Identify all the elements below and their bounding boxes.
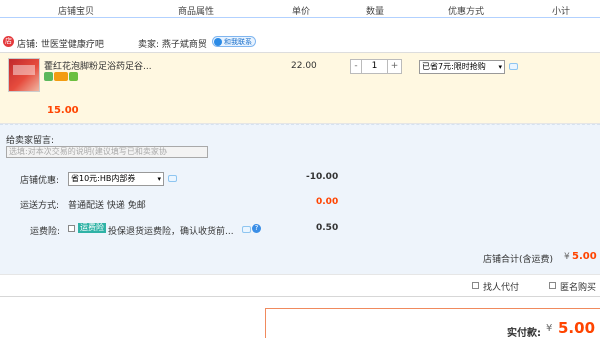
item-promo-select[interactable]: 已省7元:限时抢购 ▾ [419,60,505,74]
promo-info-icon[interactable] [509,63,518,70]
quantity-increase-button[interactable]: + [387,59,402,74]
chevron-down-icon: ▾ [157,175,161,183]
shop-discount-amount: -10.00 [306,172,339,182]
header-qty: 数量 [366,7,385,17]
payment-amount: 5.00 [558,319,596,337]
header-subtotal: 小计 [552,7,571,17]
service-badges [44,72,79,84]
shop-row: 店 店铺: 世医堂健康疗吧 卖家: 燕子斌商贸 和我联系 [0,32,600,52]
header-price: 单价 [292,7,311,17]
item-subtotal: 15.00 [47,105,79,116]
header-promo: 优惠方式 [448,7,485,17]
buyer-message-input[interactable]: 选填:对本次交易的说明(建议填写已和卖家协 [6,146,208,158]
contact-seller-label: 和我联系 [224,37,252,46]
order-item: 藿红花泡脚粉足浴药足谷... 22.00 - 1 + 已省7元:限时抢购 ▾ 15… [0,52,600,124]
proxy-pay-label[interactable]: 找人代付 [483,280,519,293]
payment-label: 实付款: [507,328,541,338]
shop-discount-select[interactable]: 省10元:HB内部券 ▾ [68,172,164,186]
eco-icon [69,72,78,81]
shop-total-label: 店铺合计(含运费) [483,255,554,265]
anonymous-label[interactable]: 匿名购买 [560,280,596,293]
shop-discount-selected: 省10元:HB内部券 [71,174,136,183]
discount-info-icon[interactable] [168,175,177,182]
shop-name[interactable]: 店铺: 世医堂健康疗吧 [17,37,104,50]
shipping-label: 运送方式: [20,201,60,211]
shop-total-amount: 5.00 [572,251,597,262]
insurance-checkbox[interactable] [68,225,75,232]
product-thumbnail[interactable] [8,58,40,92]
seller-name[interactable]: 卖家: 燕子斌商贸 [138,37,207,50]
shop-icon: 店 [3,36,14,47]
proxy-pay-checkbox[interactable] [472,282,479,289]
item-promo-selected: 已省7元:限时抢购 [422,62,486,71]
chevron-down-icon: ▾ [498,63,502,71]
contact-seller-button[interactable]: 和我联系 [212,36,256,47]
shipping-amount: 0.00 [316,197,339,207]
insurance-desc: 投保退货运费险，确认收货前... [108,227,234,237]
anonymous-checkbox[interactable] [549,282,556,289]
shipping-method: 普通配送 快递 免邮 [68,201,146,211]
shop-discount-label: 店铺优惠: [20,176,60,186]
buyer-message-label: 给卖家留言: [6,136,55,146]
help-icon[interactable]: ? [252,224,261,233]
insurance-tag: 运费险 [78,223,106,233]
quantity-input[interactable]: 1 [361,59,388,74]
insurance-info-icon[interactable] [242,226,251,233]
insurance-label: 运费险: [30,227,61,237]
divider [0,274,600,275]
header-attrs: 商品属性 [178,7,215,17]
buyer-message-placeholder: 选填:对本次交易的说明(建议填写已和卖家协 [9,147,167,156]
divider [0,296,600,297]
guarantee-icon [54,72,68,81]
insurance-amount: 0.50 [316,223,339,233]
product-title[interactable]: 藿红花泡脚粉足浴药足谷... [44,59,152,72]
header-shop-item: 店铺宝贝 [58,7,95,17]
chat-icon [214,37,222,46]
unit-price: 22.00 [291,61,317,71]
column-header: 店铺宝贝 商品属性 单价 数量 优惠方式 小计 [0,0,600,18]
seven-day-return-icon [44,72,53,81]
shop-total-currency: ¥ [564,252,570,262]
payment-currency: ¥ [546,323,553,334]
payment-summary: 实付款: ¥ 5.00 [265,308,600,338]
